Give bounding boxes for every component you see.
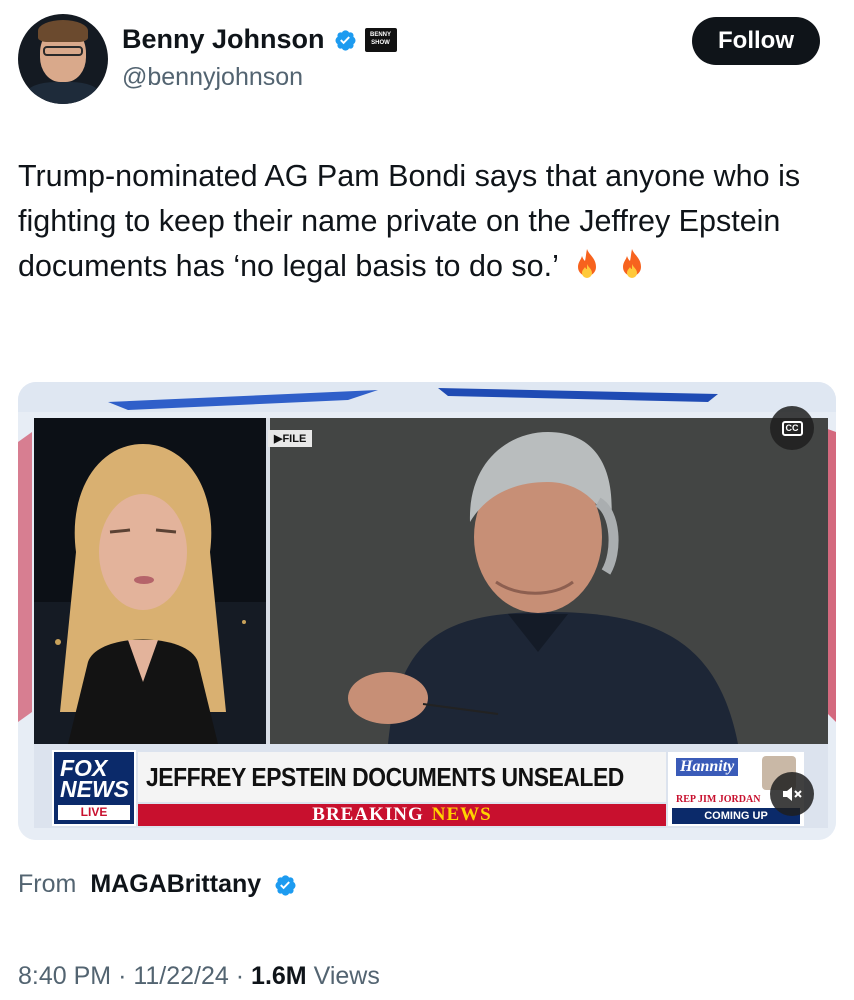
meta-separator: ·: [235, 962, 245, 990]
verified-badge-icon: [275, 874, 296, 896]
fox-news-logo-text: FOX NEWS: [60, 755, 129, 802]
mute-button[interactable]: [770, 772, 814, 816]
author-display-name[interactable]: Benny Johnson: [122, 24, 325, 55]
news-label: NEWS: [431, 804, 492, 825]
tweet-text-block: Trump-nominated AG Pam Bondi says that a…: [18, 154, 818, 289]
tweet-time[interactable]: 8:40 PM: [18, 962, 111, 990]
from-label: From: [18, 870, 77, 898]
avatar-glasses: [43, 46, 83, 56]
cc-icon: CC: [781, 420, 803, 436]
breaking-news-banner: BREAKING NEWS: [138, 804, 666, 826]
promo-guest-name: REP JIM JORDAN: [676, 794, 761, 805]
source-account-name[interactable]: MAGABrittany: [90, 870, 261, 899]
source-attribution: From MAGABrittany: [18, 870, 297, 899]
views-count: 1.6M: [251, 962, 307, 990]
file-tag: ▶FILE: [268, 430, 313, 447]
tweet-text: Trump-nominated AG Pam Bondi says that a…: [18, 159, 801, 283]
captions-button[interactable]: CC: [770, 406, 814, 450]
meta-separator: ·: [118, 962, 127, 990]
author-name-row: Benny Johnson BENNY SHOW: [122, 24, 397, 55]
author-avatar[interactable]: [18, 14, 108, 104]
promo-show-name: Hannity: [676, 758, 739, 776]
muted-speaker-icon: [783, 787, 802, 801]
live-label: LIVE: [58, 805, 130, 820]
affiliate-badge-logo: BENNY SHOW: [364, 27, 397, 52]
fire-emoji-icon: [578, 249, 597, 278]
chyron-headline: JEFFREY EPSTEIN DOCUMENTS UNSEALED: [138, 752, 666, 802]
chyron-headline-text: JEFFREY EPSTEIN DOCUMENTS UNSEALED: [146, 761, 624, 792]
tweet-meta: 8:40 PM · 11/22/24 · 1.6M Views: [18, 962, 380, 991]
avatar-shirt: [26, 82, 100, 104]
fire-emoji-icon: [622, 249, 641, 278]
tweet-date[interactable]: 11/22/24: [133, 962, 228, 990]
follow-button[interactable]: Follow: [692, 17, 820, 65]
avatar-hair: [38, 20, 88, 42]
author-handle[interactable]: @bennyjohnson: [122, 63, 303, 92]
verified-badge-icon: [335, 29, 356, 51]
views-label: Views: [313, 962, 380, 990]
breaking-label: BREAKING: [312, 804, 424, 825]
fox-news-logo: FOX NEWS LIVE: [52, 750, 136, 826]
